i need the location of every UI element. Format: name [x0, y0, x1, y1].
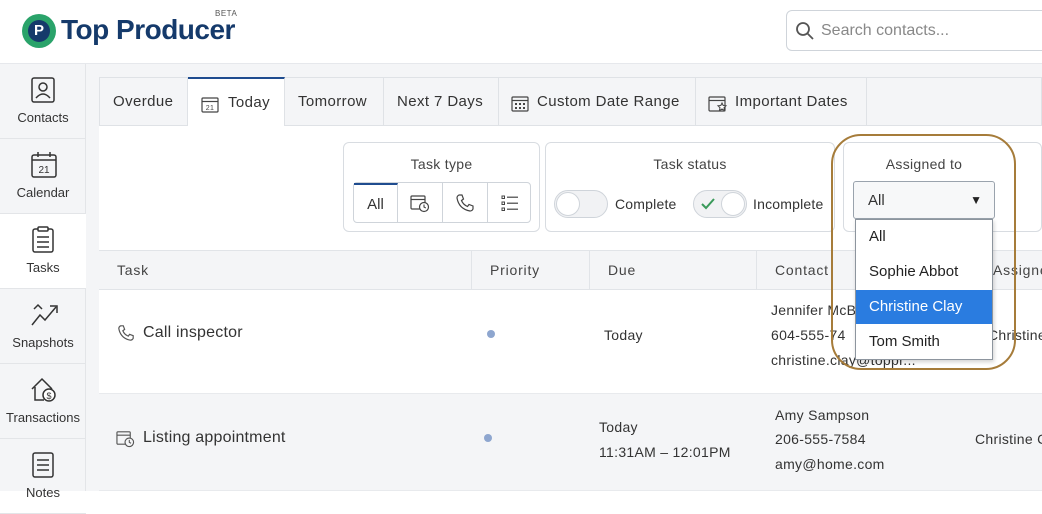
phone-icon — [118, 325, 134, 341]
dropdown-option[interactable]: All — [856, 220, 992, 254]
priority-indicator — [487, 330, 495, 338]
sidebar-item-transactions[interactable]: $ Transactions — [0, 364, 86, 439]
sidebar-item-calendar[interactable]: 21 Calendar — [0, 139, 86, 214]
svg-text:21: 21 — [206, 105, 215, 112]
calendar-clock-icon — [410, 195, 430, 213]
logo-icon[interactable]: P — [22, 14, 56, 48]
toggle-knob — [721, 192, 745, 216]
assigned-to-title: Assigned to — [885, 156, 963, 172]
toggle-knob — [556, 192, 580, 216]
search-input[interactable]: Search contacts... — [786, 10, 1042, 51]
task-status-filter: Task status Complete Incomplete — [545, 142, 835, 232]
tab-today[interactable]: 21 Today — [188, 77, 285, 126]
sidebar-item-contacts[interactable]: Contacts — [0, 64, 86, 139]
sidebar-item-label: Contacts — [17, 110, 69, 125]
calendar-day: 21 — [38, 165, 50, 176]
task-name[interactable]: Listing appointment — [143, 429, 286, 447]
caret-down-icon: ▼ — [970, 193, 982, 207]
tab-important-dates[interactable]: Important Dates — [696, 78, 867, 125]
contact-name[interactable]: Jennifer McB — [771, 302, 856, 318]
calendar-icon: 21 — [201, 97, 219, 113]
date-tabs: Overdue 21 Today Tomorrow Next 7 Days Cu… — [99, 77, 1042, 126]
snapshots-icon — [31, 303, 58, 326]
checkmark-icon — [701, 198, 715, 210]
dropdown-option-selected[interactable]: Christine Clay — [856, 290, 992, 324]
task-status-title: Task status — [653, 156, 727, 172]
sidebar: Contacts 21 Calendar Tasks Snapshots $ T… — [0, 64, 86, 514]
task-type-appointment-button[interactable] — [398, 183, 443, 222]
sidebar-item-tasks[interactable]: Tasks — [0, 214, 86, 289]
phone-icon — [456, 194, 474, 212]
app-header: P Top Producer BETA Search contacts... — [0, 0, 1042, 64]
due-date: Today — [599, 419, 638, 435]
contact-name[interactable]: Amy Sampson — [775, 407, 869, 423]
list-icon — [501, 195, 518, 211]
column-header-task[interactable]: Task — [99, 251, 472, 289]
svg-text:$: $ — [46, 391, 51, 401]
sidebar-item-label: Transactions — [6, 410, 80, 425]
sidebar-item-label: Notes — [26, 485, 60, 500]
contacts-icon — [31, 77, 55, 103]
sidebar-item-label: Tasks — [26, 260, 60, 275]
sidebar-item-snapshots[interactable]: Snapshots — [0, 289, 86, 364]
tab-overdue[interactable]: Overdue — [100, 78, 188, 125]
sidebar-item-notes[interactable]: Notes — [0, 439, 86, 514]
task-name[interactable]: Call inspector — [143, 324, 243, 342]
logo-letter: P — [28, 20, 50, 42]
assigned-name: Christine C — [975, 431, 1042, 447]
task-type-title: Task type — [410, 156, 473, 172]
brand-name[interactable]: Top Producer — [61, 14, 235, 46]
incomplete-toggle[interactable] — [693, 190, 747, 218]
dropdown-option[interactable]: Sophie Abbot — [856, 255, 992, 289]
complete-toggle[interactable] — [554, 190, 608, 218]
task-type-filter: Task type All — [343, 142, 540, 232]
notes-icon — [32, 452, 54, 478]
assigned-to-dropdown-list: All Sophie Abbot Christine Clay Tom Smit… — [855, 219, 993, 360]
sidebar-item-label: Snapshots — [12, 335, 74, 350]
tab-next-7-days[interactable]: Next 7 Days — [384, 78, 499, 125]
assigned-to-select[interactable]: All ▼ — [853, 181, 995, 219]
tab-tomorrow[interactable]: Tomorrow — [285, 78, 384, 125]
table-row[interactable]: Listing appointment Today 11:31AM – 12:0… — [99, 394, 1042, 491]
incomplete-label: Incomplete — [753, 196, 824, 212]
complete-label: Complete — [615, 196, 677, 212]
contact-phone: 604-555-74 — [771, 327, 846, 343]
column-header-due[interactable]: Due — [590, 251, 757, 289]
assigned-name: Christine C — [988, 327, 1042, 343]
calendar-star-icon — [708, 96, 728, 112]
calendar-clock-icon — [116, 431, 135, 448]
column-header-priority[interactable]: Priority — [472, 251, 590, 289]
calendar-icon: 21 — [31, 152, 57, 178]
sidebar-item-label: Calendar — [16, 185, 70, 200]
task-type-call-button[interactable] — [443, 183, 488, 222]
due-date: Today — [604, 327, 643, 343]
search-placeholder: Search contacts... — [821, 22, 950, 39]
beta-badge: BETA — [215, 9, 238, 18]
tab-custom-date-range[interactable]: Custom Date Range — [499, 78, 696, 125]
priority-indicator — [484, 434, 492, 442]
calendar-grid-icon — [511, 96, 529, 112]
search-icon — [796, 22, 814, 40]
tasks-icon — [32, 226, 54, 253]
assigned-to-value: All — [868, 192, 885, 209]
contact-email: amy@home.com — [775, 456, 885, 472]
dropdown-option[interactable]: Tom Smith — [856, 325, 992, 359]
due-time: 11:31AM – 12:01PM — [599, 444, 731, 460]
task-type-segmented: All — [353, 182, 531, 223]
task-type-all-button[interactable]: All — [354, 183, 398, 222]
task-type-todo-button[interactable] — [488, 183, 530, 222]
contact-phone: 206-555-7584 — [775, 431, 866, 447]
transactions-icon: $ — [31, 377, 56, 402]
